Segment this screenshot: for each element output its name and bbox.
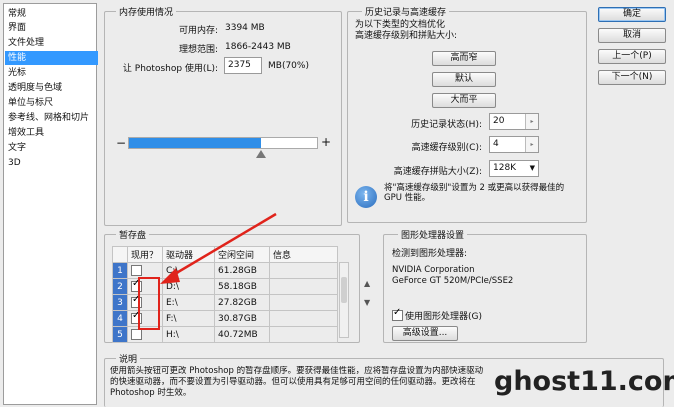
memory-slider-thumb[interactable]	[256, 150, 266, 158]
scrollbar-thumb[interactable]	[341, 277, 347, 303]
sidebar-item-type[interactable]: 文字	[8, 141, 26, 155]
history-states-label: 历史记录状态(H):	[411, 120, 482, 130]
spin-arrow-icon[interactable]: ▸	[525, 137, 538, 152]
available-memory-label: 可用内存:	[178, 26, 218, 36]
info-cell	[269, 310, 338, 327]
drive-cell: F:\	[162, 310, 215, 327]
sidebar-item-3d[interactable]: 3D	[8, 156, 21, 170]
move-down-arrow-icon[interactable]: ▼	[364, 298, 370, 307]
free-space-cell: 30.87GB	[214, 310, 270, 327]
memory-title: 内存使用情况	[116, 5, 177, 18]
history-desc: 为以下类型的文档优化 高速缓存级别和拼贴大小:	[355, 20, 458, 41]
info-cell	[269, 326, 338, 343]
header-num	[112, 246, 128, 263]
available-memory-value: 3394 MB	[225, 23, 265, 33]
description-title: 说明	[116, 352, 141, 365]
sidebar-item-performance[interactable]: 性能	[5, 51, 98, 65]
cache-levels-input[interactable]: 4 ▸	[489, 136, 539, 153]
row-number: 3	[112, 294, 128, 311]
next-button[interactable]: 下一个(N)	[598, 70, 666, 85]
gpu-cache-info-text: 将"高速缓存级别"设置为 2 或更高以获得最佳的 GPU 性能。	[384, 183, 565, 203]
description-text: 使用箭头按钮可更改 Photoshop 的暂存盘顺序。要获得最佳性能，应将暂存盘…	[110, 366, 484, 398]
info-icon: i	[355, 186, 377, 208]
annotation-arrow-icon	[160, 212, 277, 284]
sidebar-item-interface[interactable]: 界面	[8, 21, 26, 35]
gpu-model: GeForce GT 520M/PCIe/SSE2	[392, 276, 514, 286]
free-space-cell: 27.82GB	[214, 294, 270, 311]
chevron-down-icon: ▼	[529, 164, 535, 172]
let-photoshop-use-label: 让 Photoshop 使用(L):	[122, 64, 218, 74]
sidebar: 常规 界面 文件处理 性能 光标 透明度与色域 单位与标尺 参考线、网格和切片 …	[3, 3, 98, 405]
minus-icon: −	[116, 136, 127, 150]
ideal-range-label: 理想范围:	[178, 45, 218, 55]
sidebar-item-transparency[interactable]: 透明度与色域	[8, 81, 62, 95]
memory-use-input[interactable]: 2375	[224, 57, 262, 74]
memory-slider-track[interactable]	[128, 137, 318, 149]
sidebar-item-general[interactable]: 常规	[8, 7, 26, 21]
tall-thin-button[interactable]: 高而窄	[432, 51, 496, 66]
gpu-detected-label: 检测到图形处理器:	[392, 249, 468, 259]
cache-tile-size-label: 高速缓存拼贴大小(Z):	[393, 167, 482, 177]
gpu-vendor: NVIDIA Corporation	[392, 265, 475, 275]
row-number: 4	[112, 310, 128, 327]
advanced-settings-button[interactable]: 高级设置...	[392, 326, 458, 341]
cancel-button[interactable]: 取消	[598, 28, 666, 43]
cache-tile-size-select[interactable]: 128K ▼	[489, 160, 539, 177]
row-number: 2	[112, 278, 128, 295]
drive-cell: H:\	[162, 326, 215, 343]
free-space-cell: 40.72MB	[214, 326, 270, 343]
sidebar-item-plugins[interactable]: 增效工具	[8, 126, 44, 140]
cache-levels-value: 4	[493, 139, 499, 149]
scratch-scrollbar[interactable]	[339, 262, 349, 338]
use-gpu-checkbox[interactable]	[392, 307, 403, 321]
spin-arrow-icon[interactable]: ▸	[525, 114, 538, 129]
watermark: ghost11.com	[494, 366, 674, 397]
sidebar-item-cursors[interactable]: 光标	[8, 66, 26, 80]
row-number: 1	[112, 262, 128, 279]
ok-button[interactable]: 确定	[598, 7, 666, 22]
gpu-title: 图形处理器设置	[398, 228, 468, 241]
active-checkbox[interactable]	[131, 329, 142, 340]
sidebar-item-guides[interactable]: 参考线、网格和切片	[8, 111, 89, 125]
active-checkbox[interactable]	[131, 265, 142, 276]
drive-cell: E:\	[162, 294, 215, 311]
cache-levels-label: 高速缓存级别(C):	[411, 143, 482, 153]
previous-button[interactable]: 上一个(P)	[598, 49, 666, 64]
history-states-input[interactable]: 20 ▸	[489, 113, 539, 130]
ideal-range-value: 1866-2443 MB	[225, 42, 291, 52]
info-cell	[269, 294, 338, 311]
sidebar-item-units[interactable]: 单位与标尺	[8, 96, 53, 110]
default-button[interactable]: 默认	[432, 72, 496, 87]
history-states-value: 20	[493, 116, 505, 126]
use-gpu-label: 使用图形处理器(G)	[405, 312, 482, 322]
plus-icon: +	[321, 135, 332, 149]
big-flat-button[interactable]: 大而平	[432, 93, 496, 108]
history-title: 历史记录与高速缓存	[362, 5, 450, 18]
scratch-disks-title: 暂存盘	[116, 228, 150, 241]
sidebar-item-file-handling[interactable]: 文件处理	[8, 36, 44, 50]
memory-slider-fill	[129, 138, 261, 148]
memory-percent-label: MB(70%)	[268, 61, 309, 71]
move-up-arrow-icon[interactable]: ▲	[364, 279, 370, 288]
row-number: 5	[112, 326, 128, 343]
cache-tile-size-value: 128K	[493, 163, 517, 173]
